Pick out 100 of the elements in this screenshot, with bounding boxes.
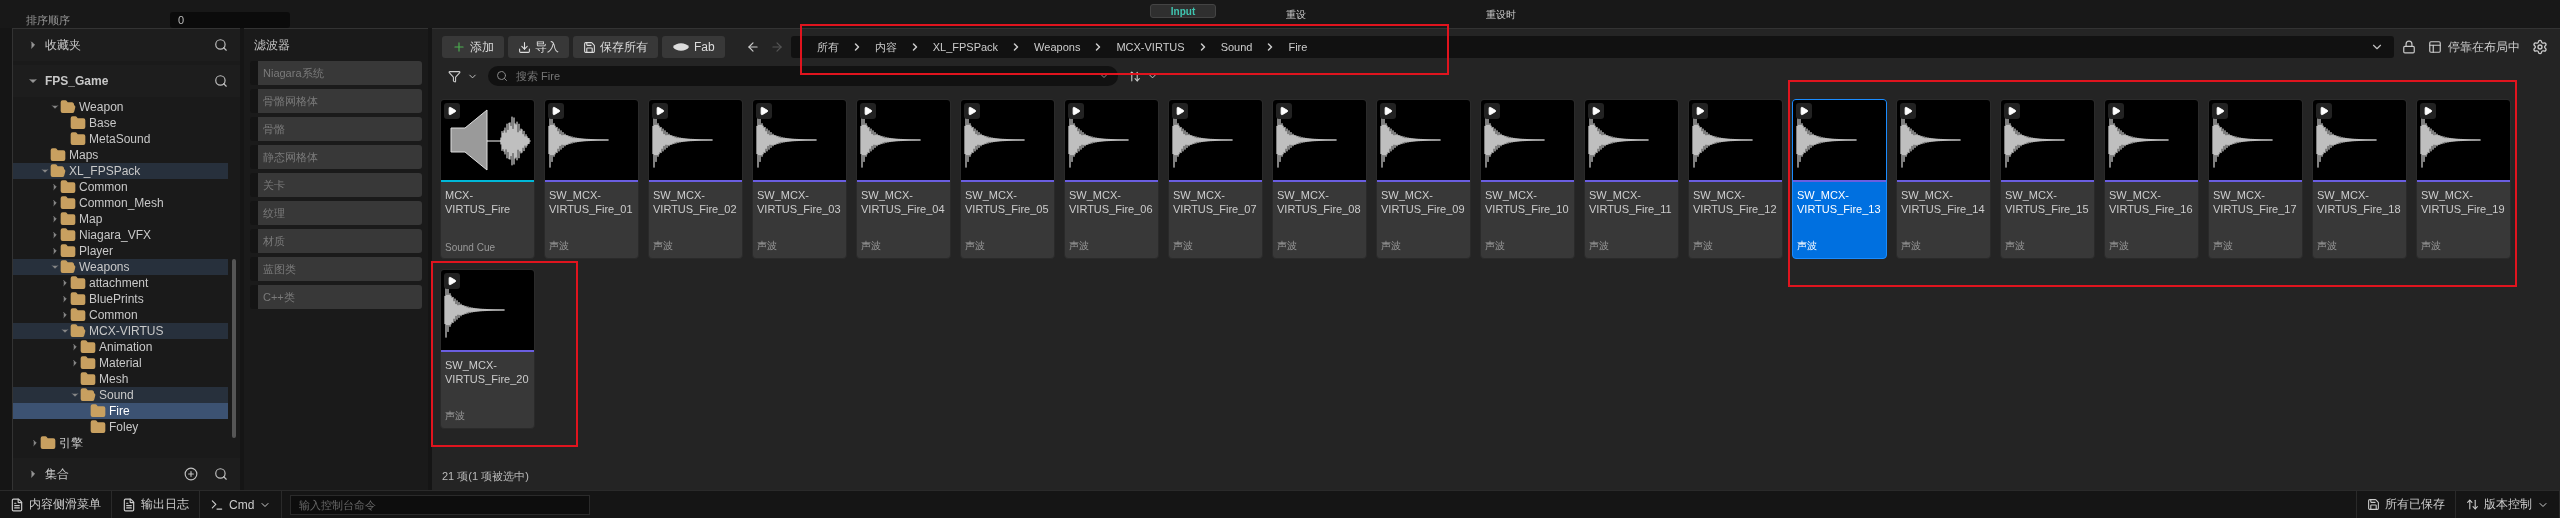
play-button[interactable] bbox=[2420, 103, 2436, 119]
play-button[interactable] bbox=[548, 103, 564, 119]
input-node-tab[interactable]: Input bbox=[1150, 4, 1216, 18]
folder-tree-item[interactable]: Niagara_VFX bbox=[13, 227, 228, 243]
breadcrumb-item[interactable]: MCX-VIRTUS bbox=[1112, 41, 1189, 53]
folder-tree-item[interactable]: Common bbox=[13, 307, 228, 323]
output-log-button[interactable]: 输出日志 bbox=[112, 491, 200, 518]
breadcrumb-item[interactable]: 所有 bbox=[812, 39, 843, 55]
asset-name: SW_MCX-VIRTUS_Fire_14 bbox=[1900, 188, 1986, 217]
breadcrumb-item[interactable]: Weapons bbox=[1030, 41, 1085, 53]
asset-tile[interactable]: SW_MCX-VIRTUS_Fire_06 声波 bbox=[1064, 99, 1159, 259]
play-button[interactable] bbox=[1900, 103, 1916, 119]
search-icon[interactable] bbox=[214, 74, 228, 88]
asset-tile[interactable]: SW_MCX-VIRTUS_Fire_16 声波 bbox=[2104, 99, 2199, 259]
import-button[interactable]: 导入 bbox=[508, 36, 569, 58]
folder-tree-item[interactable]: Maps bbox=[13, 147, 228, 163]
asset-type: 声波 bbox=[1484, 239, 1506, 253]
breadcrumb-item[interactable]: Sound bbox=[1216, 41, 1257, 53]
folder-tree-item[interactable]: MetaSound bbox=[13, 131, 228, 147]
play-button[interactable] bbox=[2108, 103, 2124, 119]
folder-tree-item[interactable]: Mesh bbox=[13, 371, 228, 387]
asset-tile[interactable]: SW_MCX-VIRTUS_Fire_03 声波 bbox=[752, 99, 847, 259]
folder-tree-item[interactable]: Map bbox=[13, 211, 228, 227]
play-button[interactable] bbox=[1692, 103, 1708, 119]
play-button[interactable] bbox=[1484, 103, 1500, 119]
play-button[interactable] bbox=[2316, 103, 2332, 119]
asset-tile[interactable]: SW_MCX-VIRTUS_Fire_11 声波 bbox=[1584, 99, 1679, 259]
dock-in-layout-button[interactable]: 停靠在布局中 bbox=[2424, 38, 2524, 56]
play-button[interactable] bbox=[444, 103, 460, 119]
play-button[interactable] bbox=[1172, 103, 1188, 119]
asset-tile[interactable]: SW_MCX-VIRTUS_Fire_07 声波 bbox=[1168, 99, 1263, 259]
save-status-button[interactable]: 所有已保存 bbox=[2356, 491, 2456, 518]
scrollbar[interactable] bbox=[232, 259, 236, 438]
asset-tile[interactable]: SW_MCX-VIRTUS_Fire_12 声波 bbox=[1688, 99, 1783, 259]
play-button[interactable] bbox=[756, 103, 772, 119]
folder-tree-item[interactable]: attachment bbox=[13, 275, 228, 291]
add-icon[interactable] bbox=[184, 467, 198, 481]
folder-tree-item[interactable]: Player bbox=[13, 243, 228, 259]
folder-tree-item[interactable]: MCX-VIRTUS bbox=[13, 323, 228, 339]
asset-name: SW_MCX-VIRTUS_Fire_12 bbox=[1692, 188, 1778, 217]
search-icon[interactable] bbox=[214, 467, 228, 481]
asset-tile[interactable]: SW_MCX-VIRTUS_Fire_17 声波 bbox=[2208, 99, 2303, 259]
cmd-button[interactable]: Cmd bbox=[200, 491, 283, 518]
search-field[interactable]: 搜索 Fire bbox=[514, 67, 1092, 85]
folder-tree-item[interactable]: BluePrints bbox=[13, 291, 228, 307]
add-button[interactable]: 添加 bbox=[442, 36, 504, 58]
play-button[interactable] bbox=[1276, 103, 1292, 119]
asset-tile[interactable]: SW_MCX-VIRTUS_Fire_19 声波 bbox=[2416, 99, 2511, 259]
play-button[interactable] bbox=[860, 103, 876, 119]
play-button[interactable] bbox=[444, 273, 460, 289]
play-button[interactable] bbox=[2212, 103, 2228, 119]
asset-tile[interactable]: SW_MCX-VIRTUS_Fire_13 声波 bbox=[1792, 99, 1887, 259]
play-button[interactable] bbox=[964, 103, 980, 119]
play-button[interactable] bbox=[1380, 103, 1396, 119]
save-button[interactable]: 保存所有 bbox=[573, 36, 658, 58]
open-folder-icon bbox=[80, 387, 96, 403]
asset-tile[interactable]: SW_MCX-VIRTUS_Fire_18 声波 bbox=[2312, 99, 2407, 259]
asset-tile[interactable]: SW_MCX-VIRTUS_Fire_20 声波 bbox=[440, 269, 535, 429]
forward-arrow-icon bbox=[769, 40, 784, 54]
asset-tile[interactable]: SW_MCX-VIRTUS_Fire_10 声波 bbox=[1480, 99, 1575, 259]
play-button[interactable] bbox=[1588, 103, 1604, 119]
asset-tile[interactable]: SW_MCX-VIRTUS_Fire_02 声波 bbox=[648, 99, 743, 259]
folder-tree-item[interactable]: Weapons bbox=[13, 259, 228, 275]
play-button[interactable] bbox=[1796, 103, 1812, 119]
breadcrumb-item[interactable]: 内容 bbox=[870, 39, 901, 55]
asset-tile[interactable]: SW_MCX-VIRTUS_Fire_14 声波 bbox=[1896, 99, 1991, 259]
folder-tree-item[interactable]: XL_FPSPack bbox=[13, 163, 228, 179]
asset-tile[interactable]: SW_MCX-VIRTUS_Fire_05 声波 bbox=[960, 99, 1055, 259]
fab-button[interactable]: Fab bbox=[662, 36, 725, 58]
folder-tree-item[interactable]: Animation bbox=[13, 339, 228, 355]
collapse-arrow-icon bbox=[50, 102, 60, 112]
number-field[interactable]: 0 bbox=[170, 12, 290, 28]
breadcrumb-item[interactable]: XL_FPSPack bbox=[928, 41, 1003, 53]
folder-tree-item[interactable]: Weapon bbox=[13, 99, 228, 115]
folder-tree-item[interactable]: Fire bbox=[13, 403, 228, 419]
folder-tree-item[interactable]: Material bbox=[13, 355, 228, 371]
play-button[interactable] bbox=[2004, 103, 2020, 119]
asset-tile[interactable]: SW_MCX-VIRTUS_Fire_04 声波 bbox=[856, 99, 951, 259]
breadcrumb-item[interactable]: Fire bbox=[1284, 41, 1312, 53]
asset-tile[interactable]: SW_MCX-VIRTUS_Fire_09 声波 bbox=[1376, 99, 1471, 259]
play-button[interactable] bbox=[1068, 103, 1084, 119]
folder-tree-item[interactable]: Common bbox=[13, 179, 228, 195]
asset-type: 声波 bbox=[444, 409, 466, 423]
search-box[interactable]: 搜索 Fire bbox=[488, 66, 1118, 86]
asset-name: SW_MCX-VIRTUS_Fire_19 bbox=[2420, 188, 2506, 217]
source-control-button[interactable]: 版本控制 bbox=[2456, 491, 2560, 518]
folder-tree-item[interactable]: Base bbox=[13, 115, 228, 131]
search-icon[interactable] bbox=[214, 38, 228, 52]
folder-tree-item[interactable]: 引擎 bbox=[13, 435, 228, 451]
folder-tree-item[interactable]: Common_Mesh bbox=[13, 195, 228, 211]
folder-tree-item[interactable]: Sound bbox=[13, 387, 228, 403]
play-button[interactable] bbox=[652, 103, 668, 119]
asset-tile[interactable]: SW_MCX-VIRTUS_Fire_15 声波 bbox=[2000, 99, 2095, 259]
content-drawer-button[interactable]: 内容侧滑菜单 bbox=[0, 491, 112, 518]
console-input-field[interactable]: 输入控制台命令 bbox=[290, 494, 591, 515]
folder-tree-item[interactable]: Foley bbox=[13, 419, 228, 435]
asset-name: SW_MCX-VIRTUS_Fire_20 bbox=[444, 358, 530, 387]
asset-tile[interactable]: SW_MCX-VIRTUS_Fire_01 声波 bbox=[544, 99, 639, 259]
asset-tile[interactable]: MCX-VIRTUS_Fire Sound Cue bbox=[440, 99, 535, 259]
asset-tile[interactable]: SW_MCX-VIRTUS_Fire_08 声波 bbox=[1272, 99, 1367, 259]
